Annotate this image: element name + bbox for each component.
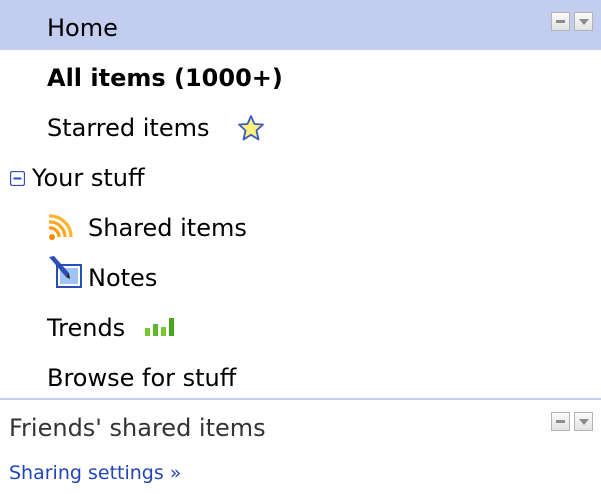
broadcast-icon bbox=[48, 214, 73, 240]
nav-all-items-label: All items (1000+) bbox=[47, 64, 283, 92]
nav-starred-label: Starred items bbox=[47, 114, 210, 142]
nav-starred-row[interactable]: Starred items bbox=[0, 100, 601, 150]
collapse-minus-icon[interactable] bbox=[10, 171, 25, 186]
bar-chart-icon bbox=[145, 318, 174, 336]
nav-trends-row[interactable]: Trends bbox=[0, 300, 601, 350]
nav-your-stuff-row[interactable]: Your stuff bbox=[0, 150, 601, 200]
minimize-icon[interactable] bbox=[551, 12, 570, 31]
nav-browse-row[interactable]: Browse for stuff bbox=[0, 350, 601, 400]
minimize-icon[interactable] bbox=[551, 412, 570, 431]
nav-your-stuff-label: Your stuff bbox=[32, 164, 145, 192]
note-pencil-icon bbox=[49, 256, 82, 288]
friends-shared-row[interactable]: Friends' shared items bbox=[0, 400, 601, 450]
friends-controls bbox=[551, 412, 593, 431]
nav-home-label: Home bbox=[47, 14, 118, 42]
nav-shared-items-label: Shared items bbox=[88, 214, 247, 242]
star-icon bbox=[238, 115, 264, 141]
home-controls bbox=[551, 12, 593, 31]
dropdown-arrow-icon[interactable] bbox=[574, 12, 593, 31]
nav-notes-row[interactable]: Notes bbox=[0, 250, 601, 300]
nav-shared-items-row[interactable]: Shared items bbox=[0, 200, 601, 250]
sharing-settings-link[interactable]: Sharing settings » bbox=[9, 462, 181, 484]
nav-home-row[interactable]: Home bbox=[0, 0, 601, 50]
friends-shared-label: Friends' shared items bbox=[9, 414, 266, 442]
reader-navigation: Home All items (1000+) Starred items You… bbox=[0, 0, 601, 494]
nav-notes-label: Notes bbox=[88, 264, 158, 292]
nav-all-items-row[interactable]: All items (1000+) bbox=[0, 50, 601, 100]
nav-trends-label: Trends bbox=[47, 314, 126, 342]
dropdown-arrow-icon[interactable] bbox=[574, 412, 593, 431]
nav-browse-label: Browse for stuff bbox=[47, 364, 237, 392]
